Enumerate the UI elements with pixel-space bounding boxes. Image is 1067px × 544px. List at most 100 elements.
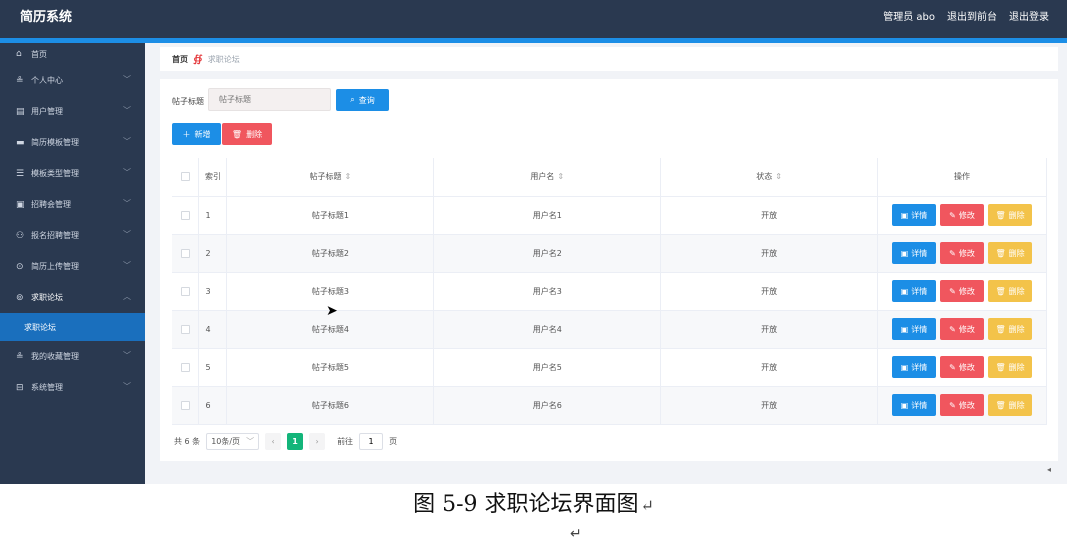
sidebar-item-user-management[interactable]: ▤ 用户管理 ﹀ — [0, 96, 145, 127]
header-username[interactable]: 用户名 ⇕ — [433, 158, 662, 197]
query-button[interactable]: ⌕ 查询 — [336, 89, 389, 111]
row-index: 1 — [198, 196, 228, 235]
detail-button[interactable]: ▣ 详情 — [892, 394, 937, 416]
breadcrumb-separator-icon: ∯ — [193, 53, 203, 65]
figure-caption-text: 图 5-9 求职论坛界面图 — [413, 492, 639, 517]
row-delete-button[interactable]: 🗑 删除 — [988, 204, 1033, 226]
row-delete-button-label: 删除 — [1008, 324, 1025, 334]
sidebar-item-home[interactable]: ⌂ 首页 — [0, 43, 145, 65]
logout-link[interactable]: 退出登录 — [1009, 0, 1049, 36]
document-icon: ▣ — [900, 248, 909, 258]
edit-button[interactable]: ✎ 修改 — [940, 204, 985, 226]
row-select-cell — [172, 348, 200, 387]
edit-button[interactable]: ✎ 修改 — [940, 242, 985, 264]
row-title: 帖子标题1 — [226, 196, 435, 235]
current-user-label: 管理员 abo — [883, 12, 935, 23]
sidebar-item-label: 用户管理 — [31, 107, 63, 116]
search-input[interactable] — [208, 88, 331, 111]
row-username: 用户名3 — [433, 272, 662, 311]
query-button-label: 查询 — [358, 95, 375, 105]
delete-button-label: 删除 — [246, 129, 263, 139]
row-select-cell — [172, 234, 200, 273]
row-delete-button[interactable]: 🗑 删除 — [988, 318, 1033, 340]
chevron-down-icon: ﹀ — [123, 137, 131, 146]
apply-icon: ⚇ — [16, 230, 25, 241]
sidebar-item-forum[interactable]: ⊚ 求职论坛 ︿ — [0, 282, 145, 313]
row-checkbox[interactable] — [180, 210, 190, 220]
row-delete-button[interactable]: 🗑 删除 — [988, 356, 1033, 378]
forum-table: 索引 帖子标题 ⇕ 用户名 ⇕ 状态 ⇕ 操作 1 帖子标题1 用户名1 开放 ▣ 详情 ✎ 修改 🗑… — [172, 158, 1047, 425]
plus-icon: ＋ — [182, 129, 191, 139]
sidebar-subitem-forum[interactable]: 求职论坛 — [0, 313, 145, 341]
breadcrumb-current: 求职论坛 — [207, 54, 240, 64]
row-delete-button[interactable]: 🗑 删除 — [988, 242, 1033, 264]
sidebar-item-favorites[interactable]: ≗ 我的收藏管理 ﹀ — [0, 341, 145, 372]
page-size-select[interactable]: 10条/页 ﹀ — [206, 432, 260, 450]
detail-button[interactable]: ▣ 详情 — [892, 280, 937, 302]
top-bar-actions: 管理员 abo 退出到前台 退出登录 — [883, 0, 1049, 36]
sidebar-item-label: 系统管理 — [31, 383, 63, 392]
edit-button[interactable]: ✎ 修改 — [940, 280, 985, 302]
sidebar-item-template-type[interactable]: ☰ 模板类型管理 ﹀ — [0, 158, 145, 189]
edit-button[interactable]: ✎ 修改 — [940, 356, 985, 378]
sort-icon[interactable]: ⇕ — [775, 172, 782, 181]
row-actions: ▣ 详情 ✎ 修改 🗑 删除 — [877, 386, 1047, 425]
user-icon: ≗ — [16, 75, 24, 86]
detail-button-label: 详情 — [911, 248, 928, 258]
trash-icon: 🗑 — [231, 129, 243, 139]
chevron-up-icon: ︿ — [123, 292, 131, 301]
row-checkbox[interactable] — [180, 248, 190, 258]
sidebar-item-label: 个人中心 — [31, 76, 63, 85]
edit-button[interactable]: ✎ 修改 — [940, 394, 985, 416]
header-status[interactable]: 状态 ⇕ — [660, 158, 879, 197]
chevron-down-icon: ﹀ — [123, 168, 131, 177]
sidebar-item-apply[interactable]: ⚇ 报名招聘管理 ﹀ — [0, 220, 145, 251]
row-status: 开放 — [660, 310, 879, 349]
row-checkbox[interactable] — [180, 400, 190, 410]
row-checkbox[interactable] — [180, 286, 190, 296]
sidebar-item-personal-center[interactable]: ≗ 个人中心 ﹀ — [0, 65, 145, 96]
row-checkbox[interactable] — [180, 324, 190, 334]
detail-button[interactable]: ▣ 详情 — [892, 318, 937, 340]
sort-icon[interactable]: ⇕ — [345, 172, 352, 181]
exit-to-front-link[interactable]: 退出到前台 — [947, 0, 997, 36]
collapse-arrow-icon[interactable]: ◂ — [1047, 465, 1051, 474]
row-checkbox[interactable] — [180, 362, 190, 372]
delete-button[interactable]: 🗑 删除 — [222, 123, 272, 145]
sidebar-item-resume-template[interactable]: ▬ 简历模板管理 ﹀ — [0, 127, 145, 158]
detail-button-label: 详情 — [911, 324, 928, 334]
sort-icon[interactable]: ⇕ — [557, 172, 564, 181]
mouse-cursor-icon: ➤ — [326, 303, 338, 319]
sidebar-item-label: 报名招聘管理 — [31, 231, 79, 240]
detail-button-label: 详情 — [911, 286, 928, 296]
header-title[interactable]: 帖子标题 ⇕ — [226, 158, 435, 197]
goto-page-input[interactable] — [359, 432, 384, 450]
select-all-checkbox[interactable] — [180, 172, 190, 182]
header-username-label: 用户名 — [530, 172, 555, 182]
document-icon: ▣ — [900, 324, 909, 334]
row-index: 4 — [198, 310, 228, 349]
add-button[interactable]: ＋ 新增 — [172, 123, 221, 145]
chevron-down-icon: ﹀ — [123, 230, 131, 239]
pagination-total: 共 6 条 — [174, 436, 201, 446]
pencil-icon: ✎ — [949, 362, 956, 372]
next-page-button[interactable]: › — [309, 432, 326, 450]
detail-button[interactable]: ▣ 详情 — [892, 242, 937, 264]
current-page-button[interactable]: 1 — [287, 432, 304, 450]
paragraph-mark-icon: ↵ — [570, 526, 582, 542]
row-delete-button[interactable]: 🗑 删除 — [988, 280, 1033, 302]
edit-button[interactable]: ✎ 修改 — [940, 318, 985, 340]
page-size-value: 10条/页 — [211, 436, 241, 446]
row-delete-button[interactable]: 🗑 删除 — [988, 394, 1033, 416]
sidebar-item-system[interactable]: ⊟ 系统管理 ﹀ — [0, 372, 145, 403]
prev-page-button[interactable]: ‹ — [265, 432, 282, 450]
row-actions: ▣ 详情 ✎ 修改 🗑 删除 — [877, 310, 1047, 349]
detail-button[interactable]: ▣ 详情 — [892, 356, 937, 378]
category-icon: ☰ — [16, 168, 25, 179]
chevron-down-icon: ﹀ — [246, 436, 255, 446]
sidebar-item-resume-upload[interactable]: ⊙ 简历上传管理 ﹀ — [0, 251, 145, 282]
breadcrumb-home[interactable]: 首页 — [172, 54, 188, 65]
sidebar-item-job-fair[interactable]: ▣ 招聘会管理 ﹀ — [0, 189, 145, 220]
table-row: 5 帖子标题5 用户名5 开放 ▣ 详情 ✎ 修改 🗑 删除 — [172, 348, 1047, 387]
detail-button[interactable]: ▣ 详情 — [892, 204, 937, 226]
